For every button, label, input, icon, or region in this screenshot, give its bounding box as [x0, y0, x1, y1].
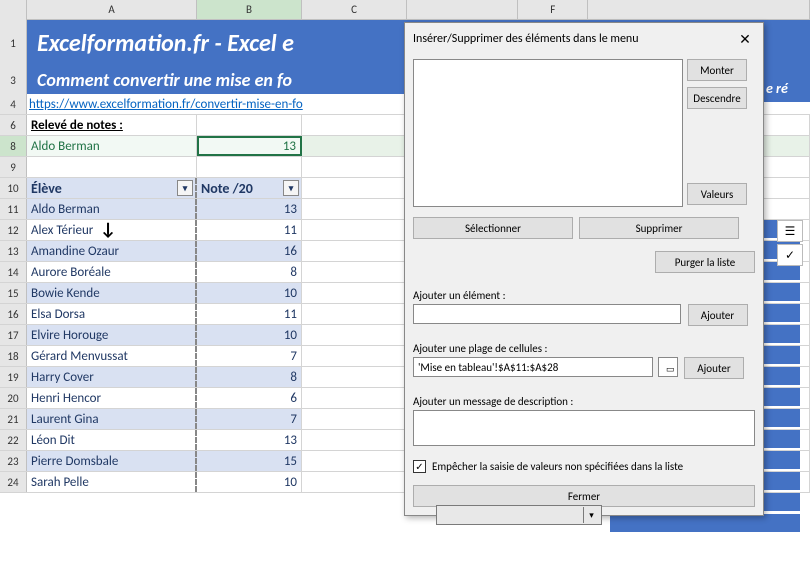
- col-header-b[interactable]: B: [197, 0, 302, 20]
- column-headers: A B C F: [0, 0, 810, 20]
- row-header[interactable]: 18: [0, 346, 27, 366]
- row-header[interactable]: 24: [0, 472, 27, 492]
- purger-button[interactable]: Purger la liste: [655, 251, 755, 273]
- table-cell-eleve[interactable]: Sarah Pelle: [27, 472, 197, 492]
- row-header[interactable]: 17: [0, 325, 27, 345]
- table-cell-note[interactable]: 8: [197, 367, 302, 387]
- table-header-note-label: Note /20: [201, 180, 253, 197]
- table-cell-note[interactable]: 7: [197, 346, 302, 366]
- ajouter-range-button[interactable]: Ajouter: [684, 357, 744, 379]
- table-cell-note[interactable]: 10: [197, 325, 302, 345]
- row-header-1[interactable]: 1: [0, 20, 27, 66]
- row-header[interactable]: 22: [0, 430, 27, 450]
- table-cell-note[interactable]: 11: [197, 220, 302, 240]
- prevent-checkbox[interactable]: ✓: [413, 460, 426, 473]
- table-cell-note[interactable]: 7: [197, 409, 302, 429]
- ribbon-icons: ☰ ✓: [777, 220, 803, 268]
- table-cell-eleve[interactable]: Elsa Dorsa: [27, 304, 197, 324]
- selected-note-cell[interactable]: 13: [197, 136, 302, 156]
- col-header-f[interactable]: F: [518, 0, 588, 20]
- row-header[interactable]: 16: [0, 304, 27, 324]
- selected-name-cell[interactable]: Aldo Berman: [27, 136, 197, 156]
- prevent-checkbox-label: Empêcher la saisie de valeurs non spécif…: [432, 460, 683, 473]
- dialog-title: Insérer/Supprimer des éléments dans le m…: [413, 32, 639, 46]
- add-element-input[interactable]: [413, 304, 681, 324]
- description-input[interactable]: [413, 410, 755, 446]
- col-header-gap: [407, 0, 518, 20]
- dropdown-control[interactable]: ▾: [436, 505, 602, 525]
- col-header-rest: [588, 0, 810, 20]
- table-cell-eleve[interactable]: Harry Cover: [27, 367, 197, 387]
- row-header[interactable]: 11: [0, 199, 27, 219]
- subtitle-fragment-right: e ré: [760, 74, 810, 102]
- table-cell-eleve[interactable]: Elvire Horouge: [27, 325, 197, 345]
- col-header-c[interactable]: C: [302, 0, 407, 20]
- row-header[interactable]: 21: [0, 409, 27, 429]
- fermer-button[interactable]: Fermer: [413, 485, 755, 507]
- table-header-note[interactable]: Note /20 ▾: [197, 178, 302, 198]
- valeurs-button[interactable]: Valeurs: [687, 183, 747, 205]
- table-cell-eleve[interactable]: Léon Dit: [27, 430, 197, 450]
- section-label: Relevé de notes :: [27, 115, 197, 135]
- row-header-8[interactable]: 8: [0, 136, 27, 156]
- table-cell-note[interactable]: 8: [197, 262, 302, 282]
- selectionner-button[interactable]: Sélectionner: [413, 217, 573, 239]
- range-input[interactable]: 'Mise en tableau'!$A$11:$A$28: [413, 357, 653, 377]
- row-header[interactable]: 12: [0, 220, 27, 240]
- row-header[interactable]: 14: [0, 262, 27, 282]
- row-header[interactable]: 20: [0, 388, 27, 408]
- row-header[interactable]: 13: [0, 241, 27, 261]
- row-header-6[interactable]: 6: [0, 115, 27, 135]
- table-cell-note[interactable]: 6: [197, 388, 302, 408]
- row-header-10[interactable]: 10: [0, 178, 27, 198]
- table-cell-note[interactable]: 15: [197, 451, 302, 471]
- chevron-down-icon: ▾: [583, 507, 599, 523]
- row-header[interactable]: 23: [0, 451, 27, 471]
- table-cell-note[interactable]: 10: [197, 283, 302, 303]
- row-header[interactable]: 15: [0, 283, 27, 303]
- table-header-eleve-label: Élève: [31, 180, 62, 197]
- supprimer-button[interactable]: Supprimer: [579, 217, 739, 239]
- table-cell-eleve[interactable]: Gérard Menvussat: [27, 346, 197, 366]
- table-cell-eleve[interactable]: Bowie Kende: [27, 283, 197, 303]
- table-header-eleve[interactable]: Élève ▾: [27, 178, 197, 198]
- table-cell-note[interactable]: 13: [197, 430, 302, 450]
- table-cell-note[interactable]: 10: [197, 472, 302, 492]
- table-cell-eleve[interactable]: Laurent Gina: [27, 409, 197, 429]
- col-header-a[interactable]: A: [27, 0, 197, 20]
- monter-button[interactable]: Monter: [687, 59, 747, 81]
- row-header-9[interactable]: 9: [0, 157, 27, 177]
- table-cell-eleve[interactable]: Aurore Boréale: [27, 262, 197, 282]
- table-cell-note[interactable]: 13: [197, 199, 302, 219]
- list-icon[interactable]: ☰: [777, 220, 803, 242]
- filter-button-note[interactable]: ▾: [283, 180, 299, 196]
- items-listbox[interactable]: [413, 59, 683, 207]
- add-range-label: Ajouter une plage de cellules :: [413, 342, 755, 355]
- row-header-3[interactable]: 3: [0, 66, 27, 94]
- add-desc-label: Ajouter un message de description :: [413, 395, 755, 408]
- table-cell-eleve[interactable]: Amandine Ozaur: [27, 241, 197, 261]
- check-icon[interactable]: ✓: [777, 244, 803, 266]
- corner-cell[interactable]: [0, 0, 27, 20]
- arrow-down-icon: ↓: [100, 218, 116, 240]
- row-header[interactable]: 19: [0, 367, 27, 387]
- insert-remove-dialog: Insérer/Supprimer des éléments dans le m…: [404, 22, 764, 516]
- table-cell-eleve[interactable]: Henri Hencor: [27, 388, 197, 408]
- table-cell-note[interactable]: 11: [197, 304, 302, 324]
- filter-button-eleve[interactable]: ▾: [177, 180, 193, 196]
- table-cell-note[interactable]: 16: [197, 241, 302, 261]
- row-header-4[interactable]: 4: [0, 94, 27, 114]
- close-icon[interactable]: ✕: [735, 29, 755, 49]
- descendre-button[interactable]: Descendre: [687, 87, 747, 109]
- table-cell-eleve[interactable]: Pierre Domsbale: [27, 451, 197, 471]
- add-element-label: Ajouter un élément :: [413, 289, 755, 302]
- range-picker-icon[interactable]: ▭: [658, 357, 678, 377]
- ajouter-element-button[interactable]: Ajouter: [688, 304, 748, 326]
- table-cell-eleve[interactable]: Aldo Berman: [27, 199, 197, 219]
